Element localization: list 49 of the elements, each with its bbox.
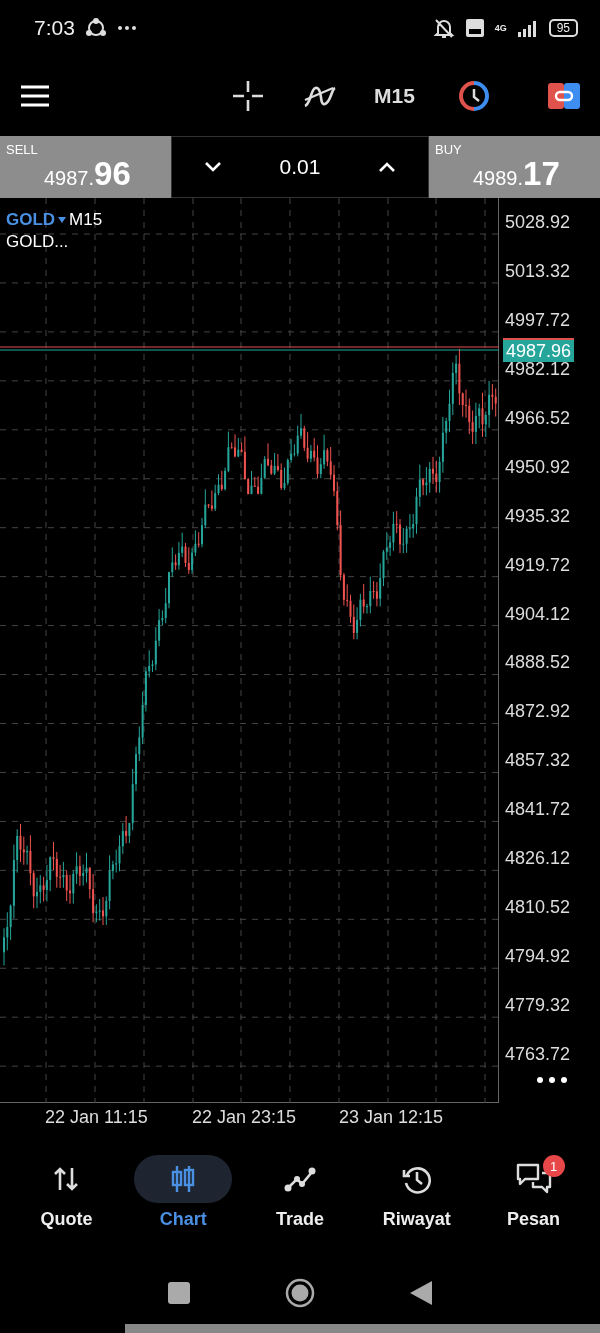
price-label: 4826.12 — [505, 847, 571, 871]
swap-arrows-icon — [52, 1166, 81, 1192]
line-chart-icon — [284, 1165, 316, 1193]
price-label: 4810.52 — [505, 896, 571, 920]
share-icon — [84, 17, 107, 39]
signal-icon — [516, 19, 539, 37]
price-label: 4794.92 — [505, 945, 571, 969]
dropdown-icon — [58, 217, 67, 223]
chat-icon — [514, 1162, 553, 1196]
price-label: 4872.92 — [505, 700, 571, 724]
nav-tab[interactable]: Chart — [128, 1155, 239, 1245]
symbol-selector[interactable]: GOLD — [6, 210, 56, 230]
network-type: 4G — [494, 23, 507, 33]
price-label: 4950.92 — [505, 455, 571, 479]
price-label: 4888.52 — [505, 651, 571, 675]
nav-tab[interactable]: Riwayat — [361, 1155, 472, 1245]
time-label: 22 Jan 11:15 — [45, 1106, 149, 1129]
price-label: 4857.32 — [505, 749, 571, 773]
volume-value[interactable]: 0.01 — [279, 155, 321, 179]
price-label: 4763.72 — [505, 1042, 571, 1066]
notification-badge: 1 — [542, 1155, 565, 1177]
more-icon — [116, 25, 137, 31]
chevron-up-icon — [378, 161, 397, 173]
price-label: 4841.72 — [505, 798, 571, 822]
time-label: 22 Jan 23:15 — [192, 1106, 298, 1129]
price-label: 4779.32 — [505, 994, 571, 1017]
chart-timeframe: M15 — [69, 210, 103, 230]
nav-tab[interactable]: Trade — [245, 1155, 355, 1245]
chevron-down-icon — [203, 161, 222, 173]
price-label: 4997.72 — [505, 308, 571, 332]
nav-tab[interactable]: 1 Pesan — [478, 1155, 589, 1245]
price-label: 5028.92 — [505, 211, 571, 234]
price-label: 4935.32 — [505, 504, 571, 528]
symbol-description: GOLD... — [6, 232, 70, 252]
nav-tab[interactable]: Quote — [11, 1155, 122, 1245]
home-button[interactable] — [285, 1278, 315, 1308]
battery-level: 95 — [548, 19, 578, 37]
price-label: 5013.32 — [505, 259, 571, 283]
status-time: 7:03 — [34, 16, 75, 40]
price-label: 4904.12 — [505, 602, 571, 626]
price-label: 4919.72 — [505, 553, 571, 577]
bell-off-icon — [432, 17, 455, 39]
back-button[interactable] — [410, 1281, 432, 1305]
current-price-tag: 4987.96 — [503, 338, 575, 362]
timeframe-button[interactable]: M15 — [369, 80, 419, 112]
time-label: 23 Jan 12:15 — [339, 1106, 445, 1129]
more-icon[interactable] — [536, 1076, 568, 1084]
price-label: 4966.52 — [505, 406, 571, 430]
volte-icon — [464, 18, 485, 38]
